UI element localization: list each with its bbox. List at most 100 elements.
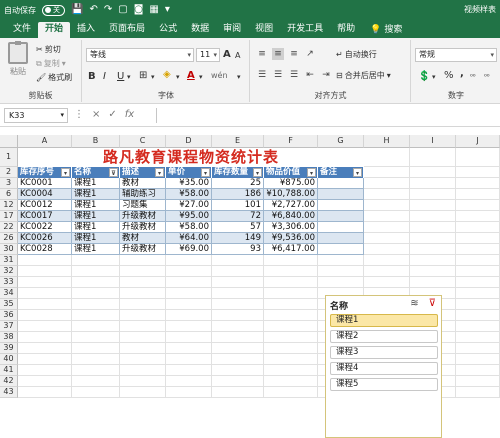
grid-cell[interactable]: [456, 387, 500, 398]
row-header[interactable]: 31: [0, 255, 18, 266]
grid-cell[interactable]: [456, 299, 500, 310]
table-cell[interactable]: [318, 178, 364, 189]
tab-help[interactable]: 帮助: [330, 22, 362, 38]
align-top-icon[interactable]: ≡: [256, 48, 268, 60]
table-cell[interactable]: [318, 189, 364, 200]
increase-decimal-icon[interactable]: ⁰⁰: [470, 71, 476, 83]
grid-cell[interactable]: [18, 332, 72, 343]
grid-cell[interactable]: [120, 354, 166, 365]
table-cell[interactable]: ¥58.00: [166, 189, 212, 200]
chevron-down-icon[interactable]: ▾: [127, 71, 131, 83]
font-color-button[interactable]: A: [187, 70, 195, 82]
grid-cell[interactable]: [364, 266, 410, 277]
slicer-name[interactable]: 名称 ≋ ⊽ 课程1 课程2 课程3 课程4 课程5: [325, 295, 442, 438]
grid-cell[interactable]: [166, 310, 212, 321]
grid-cell[interactable]: [212, 365, 264, 376]
table-cell[interactable]: ¥64.00: [166, 233, 212, 244]
chevron-down-icon[interactable]: ▾: [199, 71, 203, 83]
cut-button[interactable]: ✂ 剪切: [36, 44, 61, 55]
grid-cell[interactable]: [318, 277, 364, 288]
grid-cell[interactable]: [364, 148, 410, 167]
grid-cell[interactable]: [264, 376, 318, 387]
grid-cell[interactable]: [166, 288, 212, 299]
check-icon[interactable]: ✓: [108, 109, 116, 120]
grid-cell[interactable]: [410, 244, 456, 255]
table-cell[interactable]: ¥58.00: [166, 222, 212, 233]
table-cell[interactable]: 辅助练习: [120, 189, 166, 200]
phonetic-button[interactable]: wén: [211, 70, 228, 82]
grid-cell[interactable]: [120, 266, 166, 277]
grid-cell[interactable]: [166, 266, 212, 277]
table-cell[interactable]: ¥875.00: [264, 178, 318, 189]
format-painter-button[interactable]: 🖌 格式刷: [36, 72, 72, 83]
row-header[interactable]: 33: [0, 277, 18, 288]
filter-dropdown-icon[interactable]: ▾: [253, 168, 262, 177]
grid-cell[interactable]: [72, 343, 120, 354]
table-cell[interactable]: 149: [212, 233, 264, 244]
number-format-select[interactable]: 常规 ▾: [415, 48, 497, 62]
grid-cell[interactable]: [166, 332, 212, 343]
align-middle-icon[interactable]: ≡: [272, 48, 284, 60]
grid-cell[interactable]: [264, 332, 318, 343]
table-cell[interactable]: 课程1: [72, 178, 120, 189]
grid-cell[interactable]: [456, 321, 500, 332]
grid-cell[interactable]: [212, 299, 264, 310]
table-cell[interactable]: ¥6,840.00: [264, 211, 318, 222]
grid-cell[interactable]: [264, 266, 318, 277]
grid-cell[interactable]: [120, 310, 166, 321]
table-cell[interactable]: 101: [212, 200, 264, 211]
grid-cell[interactable]: [264, 354, 318, 365]
grid-cell[interactable]: [72, 310, 120, 321]
column-header[interactable]: D: [166, 135, 212, 148]
grid-cell[interactable]: [166, 321, 212, 332]
grid-cell[interactable]: [318, 255, 364, 266]
increase-font-button[interactable]: A: [223, 49, 231, 61]
grid-cell[interactable]: [264, 365, 318, 376]
table-cell[interactable]: [318, 211, 364, 222]
grid-cell[interactable]: [18, 343, 72, 354]
table-cell[interactable]: 72: [212, 211, 264, 222]
grid-cell[interactable]: [456, 310, 500, 321]
column-header[interactable]: G: [318, 135, 364, 148]
grid-cell[interactable]: [410, 189, 456, 200]
table-cell[interactable]: 93: [212, 244, 264, 255]
autosave-toggle[interactable]: 关: [42, 4, 65, 16]
grid-cell[interactable]: [120, 332, 166, 343]
tell-me-search[interactable]: 💡 搜索: [362, 22, 402, 38]
save-icon[interactable]: 💾: [71, 3, 83, 17]
table-cell[interactable]: 课程1: [72, 200, 120, 211]
column-header[interactable]: A: [18, 135, 72, 148]
orientation-icon[interactable]: ↗: [304, 48, 316, 60]
grid-cell[interactable]: [120, 376, 166, 387]
grid-cell[interactable]: [410, 233, 456, 244]
grid-cell[interactable]: [364, 200, 410, 211]
chevron-down-icon[interactable]: ▾: [151, 71, 155, 83]
grid-cell[interactable]: [456, 178, 500, 189]
grid-cell[interactable]: [364, 189, 410, 200]
table-cell[interactable]: 课程1: [72, 233, 120, 244]
table-cell[interactable]: 教材: [120, 233, 166, 244]
grid-cell[interactable]: [456, 266, 500, 277]
merge-center-button[interactable]: ⊟ 合并后居中 ▾: [336, 70, 391, 81]
grid-cell[interactable]: [456, 148, 500, 167]
table-cell[interactable]: [318, 200, 364, 211]
grid-cell[interactable]: [364, 211, 410, 222]
grid-cell[interactable]: [72, 277, 120, 288]
grid-cell[interactable]: [364, 277, 410, 288]
table-cell[interactable]: [318, 233, 364, 244]
table-cell[interactable]: ¥27.00: [166, 200, 212, 211]
slicer-item[interactable]: 课程1: [330, 314, 438, 327]
grid-cell[interactable]: [456, 222, 500, 233]
filter-dropdown-icon[interactable]: ▾: [155, 168, 164, 177]
grid-cell[interactable]: [264, 299, 318, 310]
borders-icon[interactable]: ⊞: [139, 70, 147, 82]
table-cell[interactable]: 课程1: [72, 211, 120, 222]
column-header[interactable]: I: [410, 135, 456, 148]
row-header[interactable]: 36: [0, 310, 18, 321]
slicer-item[interactable]: 课程4: [330, 362, 438, 375]
table-cell[interactable]: 习题集: [120, 200, 166, 211]
grid-cell[interactable]: [364, 233, 410, 244]
row-header[interactable]: 17: [0, 211, 18, 222]
chevron-down-icon[interactable]: ▾: [237, 71, 241, 83]
table-cell[interactable]: [318, 222, 364, 233]
